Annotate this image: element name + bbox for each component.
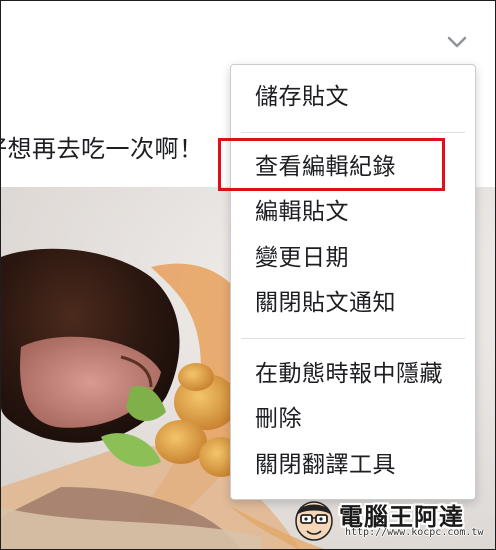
menu-item-turn-off-translation[interactable]: 關閉翻譯工具 xyxy=(231,443,475,487)
menu-item-turn-off-notifications[interactable]: 關閉貼文通知 xyxy=(231,281,475,325)
menu-separator xyxy=(241,132,465,133)
menu-item-save-post[interactable]: 儲存貼文 xyxy=(231,75,475,119)
post-card: 好想再去吃一次啊！ 儲存貼文 查看編輯紀錄 編輯貼文 變更日期 關閉貼文通知 在… xyxy=(0,0,496,550)
menu-item-hide-from-timeline[interactable]: 在動態時報中隱藏 xyxy=(231,352,475,396)
menu-item-edit-post[interactable]: 編輯貼文 xyxy=(231,190,475,234)
post-text: 好想再去吃一次啊！ xyxy=(0,135,204,163)
menu-separator xyxy=(241,338,465,339)
cartoon-mascot-icon xyxy=(295,501,333,541)
post-options-menu: 儲存貼文 查看編輯紀錄 編輯貼文 變更日期 關閉貼文通知 在動態時報中隱藏 刪除… xyxy=(230,64,476,500)
chevron-down-icon[interactable] xyxy=(447,35,467,49)
menu-item-change-date[interactable]: 變更日期 xyxy=(231,236,475,280)
menu-item-delete[interactable]: 刪除 xyxy=(231,397,475,441)
watermark-url: http://www.kocpc.com.tw xyxy=(345,527,484,538)
watermark: 電腦王阿達 http://www.kocpc.com.tw xyxy=(287,495,487,547)
highlight-box xyxy=(218,138,445,191)
